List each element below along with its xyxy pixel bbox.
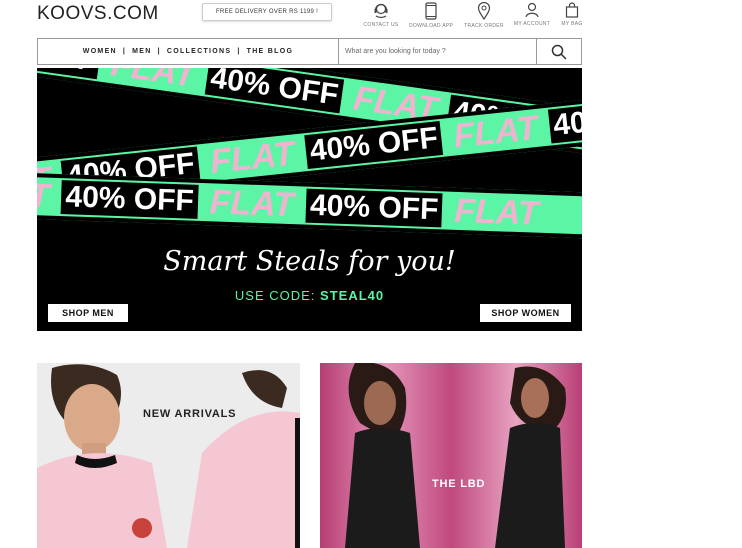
search-button[interactable]	[536, 39, 581, 64]
nav-women[interactable]: WOMEN	[83, 48, 117, 55]
flat-text: FLAT	[37, 174, 51, 216]
shop-men-button[interactable]: SHOP MEN	[48, 304, 128, 322]
hero-banner[interactable]: 40% OFF FLAT 40% OFF FLAT 40% OFF FLAT 4…	[37, 68, 582, 331]
flat-text: FLAT	[108, 68, 198, 95]
nav-links: WOMEN | MEN | COLLECTIONS | THE BLOG	[38, 39, 338, 64]
off-text: 40% OFF	[204, 68, 345, 114]
contact-us-link[interactable]: CONTACT US	[359, 2, 403, 28]
flat-text: FLAT	[453, 191, 540, 233]
off-text: 40% OFF	[37, 68, 102, 80]
nav-separator: |	[237, 48, 241, 55]
off-text: 40% OFF	[60, 180, 199, 219]
the-lbd-tile[interactable]: THE LBD	[320, 363, 582, 548]
search-icon	[551, 44, 567, 60]
off-text: 40% OFF	[305, 188, 443, 228]
search-input[interactable]: What are you looking for today ?	[338, 39, 536, 64]
download-app-link[interactable]: DOWNLOAD APP	[409, 2, 453, 29]
the-lbd-label: THE LBD	[432, 478, 486, 490]
headset-icon	[374, 3, 388, 19]
util-label: CONTACT US	[363, 22, 399, 28]
flat-text: FLAT	[209, 182, 295, 224]
nav-men[interactable]: MEN	[132, 48, 151, 55]
my-bag-link[interactable]: MY BAG	[550, 2, 594, 27]
new-arrivals-label: NEW ARRIVALS	[143, 408, 237, 420]
user-icon	[525, 2, 539, 18]
location-pin-icon	[477, 2, 491, 20]
new-arrivals-tile[interactable]: NEW ARRIVALS	[37, 363, 300, 548]
hero-slogan: Smart Steals for you!	[163, 246, 456, 277]
shop-women-button[interactable]: SHOP WOMEN	[480, 304, 571, 322]
track-order-link[interactable]: TRACK ORDER	[462, 2, 506, 29]
flat-text: FLAT	[451, 108, 540, 156]
my-account-link[interactable]: MY ACCOUNT	[510, 2, 554, 27]
nav-separator: |	[157, 48, 161, 55]
util-label: MY ACCOUNT	[513, 21, 551, 27]
men-model-image	[37, 363, 300, 548]
main-navigation: WOMEN | MEN | COLLECTIONS | THE BLOG Wha…	[37, 38, 582, 65]
code-value: STEAL40	[320, 288, 385, 303]
free-delivery-badge: FREE DELIVERY OVER RS 1199 !	[202, 3, 332, 21]
phone-icon	[425, 2, 437, 20]
off-text: 40% OFF	[304, 120, 444, 170]
util-label: DOWNLOAD APP	[409, 23, 454, 29]
code-prefix: USE CODE:	[234, 288, 316, 303]
nav-collections[interactable]: COLLECTIONS	[167, 48, 231, 55]
flat-text: FLAT	[208, 134, 297, 181]
nav-the-blog[interactable]: THE BLOG	[247, 48, 294, 55]
bag-icon	[565, 2, 579, 18]
util-label: TRACK ORDER	[464, 23, 504, 29]
site-logo[interactable]: KOOVS.COM	[37, 3, 159, 25]
util-label: MY BAG	[561, 21, 583, 27]
nav-separator: |	[122, 48, 127, 55]
promo-band: FLAT 40% OFF FLAT 40% OFF FLAT	[37, 170, 582, 242]
women-model-image	[320, 363, 582, 548]
off-text: 40% OFF	[547, 95, 582, 144]
promo-code: USE CODE: STEAL40	[37, 288, 582, 303]
